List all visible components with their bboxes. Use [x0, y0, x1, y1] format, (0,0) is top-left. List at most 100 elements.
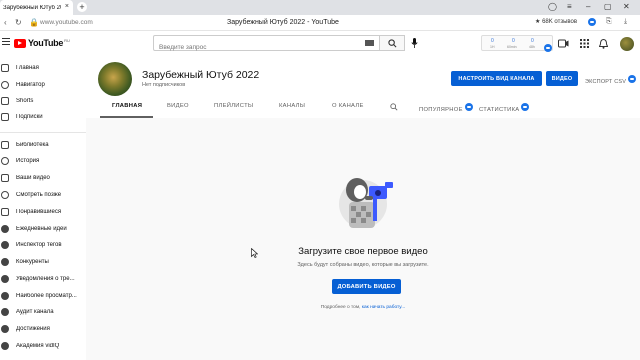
tab-channels[interactable]: КАНАЛЫ — [279, 103, 305, 109]
browser-tab-strip: Зарубежный Ютуб 202 × + ◯ ≡ – ▢ ✕ — [0, 0, 640, 15]
add-video-button[interactable]: ДОБАВИТЬ ВИДЕО — [332, 279, 401, 294]
empty-state-subtitle: Здесь будут собраны видео, которые вы за… — [297, 262, 429, 268]
menu-hamburger-icon[interactable] — [2, 38, 10, 47]
download-icon[interactable]: ⤓ — [624, 18, 627, 26]
sidebar-item-daily-ideas[interactable]: Ежедневные идеи — [0, 221, 86, 237]
menu-icon[interactable]: ≡ — [567, 2, 572, 11]
stat-value: 0 — [531, 38, 534, 44]
tab-popular[interactable]: ПОПУЛЯРНОЕ — [419, 103, 473, 113]
sidebar-item-label: Shorts — [16, 98, 34, 104]
reviews-badge[interactable]: ★ 68K отзывов — [535, 18, 577, 25]
sidebar-item-most-viewed[interactable]: Наиболее просматр... — [0, 288, 86, 304]
microphone-icon[interactable] — [411, 38, 418, 48]
library-icon — [1, 141, 9, 149]
browser-tab[interactable]: Зарубежный Ютуб 202 × — [0, 0, 73, 15]
sidebar-item-label: Уведомления о тре... — [16, 276, 75, 282]
export-csv-label: ЭКСПОРТ CSV — [585, 79, 627, 85]
sidebar-item-shorts[interactable]: Shorts — [0, 93, 86, 109]
stat-label: 60min — [507, 45, 517, 49]
tab-playlists[interactable]: ПЛЕЙЛИСТЫ — [214, 103, 253, 109]
browser-page-title: Зарубежный Ютуб 2022 - YouTube — [227, 19, 339, 26]
account-avatar[interactable] — [620, 37, 634, 51]
export-csv-button[interactable]: ЭКСПОРТ CSV — [585, 75, 636, 85]
sidebar-item-label: Аудит канала — [16, 309, 54, 315]
search-input[interactable] — [159, 44, 339, 51]
extension-icon[interactable]: ◯ — [548, 2, 557, 11]
sidebar-item-channel-audit[interactable]: Аудит канала — [0, 304, 86, 320]
tab-popular-label: ПОПУЛЯРНОЕ — [419, 107, 463, 113]
stat-value: 0 — [491, 38, 494, 44]
vidiq-extension-icon[interactable] — [588, 18, 596, 28]
sidebar-item-achievements[interactable]: Достижения — [0, 321, 86, 337]
sidebar-item-label: Академия vidIQ — [16, 343, 60, 349]
stat-value: 0 — [512, 38, 515, 44]
new-tab-button[interactable]: + — [77, 2, 87, 12]
window-close-icon[interactable]: ✕ — [623, 2, 630, 11]
bookmark-icon[interactable]: ⎘ — [606, 18, 612, 26]
tab-about[interactable]: О КАНАЛЕ — [332, 103, 364, 109]
search-button[interactable] — [380, 35, 405, 51]
channel-search-icon[interactable] — [390, 103, 398, 111]
sidebar-item-watch-later[interactable]: Смотреть позже — [0, 187, 86, 203]
back-icon[interactable]: ‹ — [4, 18, 7, 27]
learn-more-prefix: Подробнее о том, — [320, 305, 362, 310]
sidebar-item-vidiq-academy[interactable]: Академия vidIQ — [0, 338, 86, 354]
vidiq-icon — [1, 275, 9, 283]
sidebar-item-competitors[interactable]: Конкуренты — [0, 254, 86, 270]
refresh-icon[interactable]: ↻ — [15, 18, 22, 27]
vidiq-icon — [521, 103, 530, 113]
tab-home[interactable]: ГЛАВНАЯ — [112, 103, 142, 109]
sidebar-item-tag-inspector[interactable]: Инспектор тегов — [0, 237, 86, 253]
watch-later-icon — [1, 191, 9, 199]
tab-statistics-label: СТАТИСТИКА — [479, 107, 520, 113]
sidebar-item-label: Достижения — [16, 326, 50, 332]
sidebar-item-your-videos[interactable]: Ваши видео — [0, 170, 86, 186]
apps-grid-icon[interactable] — [580, 39, 589, 48]
vidiq-icon — [1, 325, 9, 333]
learn-more-link[interactable]: как начать работу... — [362, 305, 405, 310]
sidebar-item-history[interactable]: История — [0, 153, 86, 169]
youtube-logo[interactable]: YouTube RU — [14, 38, 70, 48]
youtube-play-icon — [14, 38, 26, 48]
sidebar-item-library[interactable]: Библиотека — [0, 137, 86, 153]
sidebar-item-subscriptions[interactable]: Подписки — [0, 109, 86, 125]
channel-content: Загрузите свое первое видео Здесь будут … — [86, 118, 640, 360]
notifications-bell-icon[interactable] — [599, 39, 608, 49]
stat-label: 1H — [490, 45, 495, 49]
vidiq-icon — [464, 103, 473, 113]
lock-icon[interactable]: 🔒 — [29, 18, 39, 27]
sidebar-item-trend-alerts[interactable]: Уведомления о тре... — [0, 271, 86, 287]
sidebar: Главная Навигатор Shorts Подписки Библио… — [0, 57, 86, 360]
minimize-icon[interactable]: – — [586, 2, 590, 11]
stat-label: 48h — [529, 45, 535, 49]
tab-videos[interactable]: ВИДЕО — [167, 103, 189, 109]
sidebar-item-navigator[interactable]: Навигатор — [0, 77, 86, 93]
your-videos-icon — [1, 174, 9, 182]
star-icon: ★ — [535, 19, 541, 25]
tab-statistics[interactable]: СТАТИСТИКА — [479, 103, 530, 113]
url-field[interactable]: www.youtube.com — [40, 19, 93, 26]
channel-avatar[interactable] — [98, 62, 132, 96]
learn-more-text: Подробнее о том, как начать работу... — [86, 305, 640, 310]
history-icon — [1, 157, 9, 165]
sidebar-item-liked[interactable]: Понравившиеся — [0, 204, 86, 220]
tab-close-icon[interactable]: × — [65, 3, 69, 10]
sidebar-item-label: Смотреть позже — [16, 192, 62, 198]
vidiq-stats-widget[interactable]: 0 1H 0 60min 0 48h — [481, 35, 553, 52]
create-video-icon[interactable] — [558, 39, 569, 48]
address-bar: ‹ ↻ 🔒 www.youtube.com Зарубежный Ютуб 20… — [0, 15, 640, 31]
mouse-cursor-icon — [251, 248, 258, 258]
sidebar-item-label: История — [16, 158, 40, 164]
sidebar-item-home[interactable]: Главная — [0, 60, 86, 76]
vidiq-icon — [544, 39, 552, 57]
vidiq-icon — [1, 342, 9, 350]
sidebar-item-label: Навигатор — [16, 82, 45, 88]
channel-tabs: ГЛАВНАЯ ВИДЕО ПЛЕЙЛИСТЫ КАНАЛЫ О КАНАЛЕ … — [86, 97, 640, 118]
upload-illustration — [339, 178, 393, 228]
keyboard-icon[interactable] — [365, 40, 374, 46]
manage-videos-button[interactable]: ВИДЕО — [546, 71, 578, 86]
maximize-icon[interactable]: ▢ — [604, 2, 612, 11]
sidebar-item-label: Наиболее просматр... — [16, 293, 77, 299]
customize-channel-button[interactable]: НАСТРОИТЬ ВИД КАНАЛА — [451, 71, 542, 86]
vidiq-icon — [1, 241, 9, 249]
